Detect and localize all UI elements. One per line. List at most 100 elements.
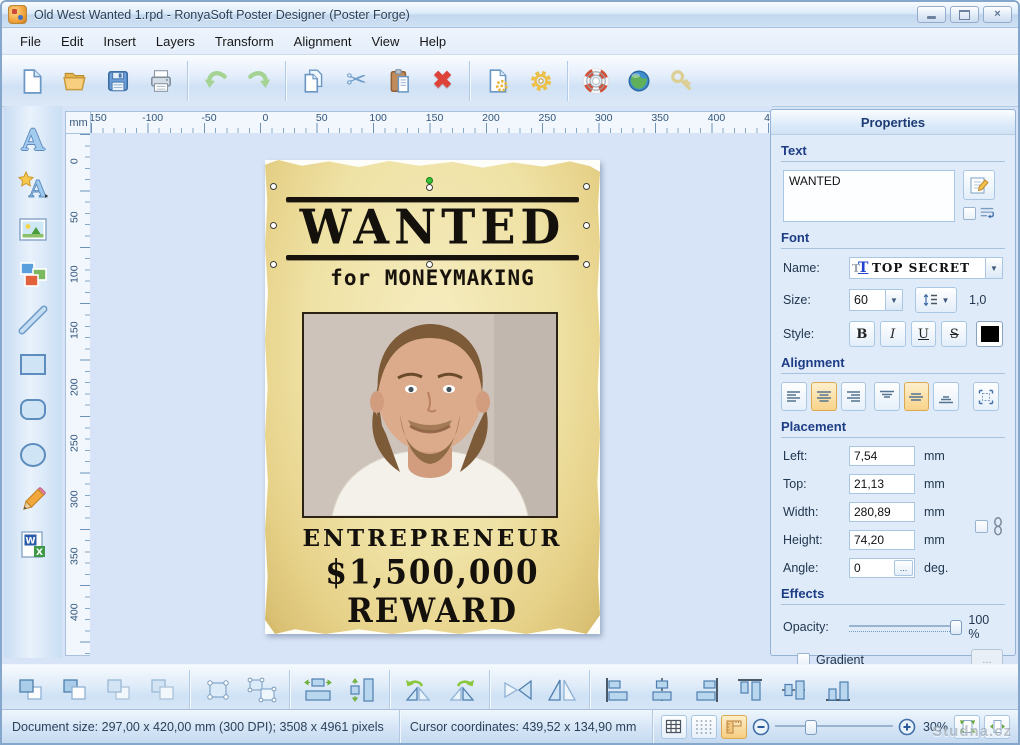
align-text-bottom-button[interactable] <box>933 382 960 411</box>
rotate-right-button[interactable] <box>440 669 484 711</box>
menu-item[interactable]: Edit <box>51 30 93 53</box>
poster-title-text[interactable]: WANTED <box>265 199 600 255</box>
font-size-select[interactable]: 60 ▼ <box>849 289 903 311</box>
align-center-button[interactable] <box>640 669 684 711</box>
page-setup-button[interactable] <box>476 59 519 102</box>
wordart-tool-button[interactable]: A <box>11 165 55 205</box>
edit-text-button[interactable] <box>963 170 995 200</box>
menu-item[interactable]: Layers <box>146 30 205 53</box>
paste-button[interactable] <box>378 59 421 102</box>
line-tool-button[interactable] <box>11 300 55 340</box>
lock-aspect-checkbox[interactable] <box>975 519 988 533</box>
flip-vertical-button[interactable] <box>496 669 540 711</box>
text-tool-button[interactable]: A <box>11 120 55 160</box>
width-input[interactable] <box>849 502 915 522</box>
redo-button[interactable] <box>237 59 280 102</box>
undo-button[interactable] <box>194 59 237 102</box>
close-button[interactable]: × <box>983 6 1012 23</box>
bold-button[interactable]: B <box>849 321 875 347</box>
height-input[interactable] <box>849 530 915 550</box>
same-height-button[interactable] <box>340 669 384 711</box>
chevron-down-icon[interactable]: ▼ <box>885 290 902 310</box>
menu-item[interactable]: View <box>361 30 409 53</box>
zoom-slider-thumb[interactable] <box>804 719 817 735</box>
wrap-checkbox[interactable] <box>963 206 976 220</box>
align-text-left-button[interactable] <box>781 382 807 411</box>
help-button[interactable] <box>574 59 617 102</box>
send-to-back-button[interactable] <box>52 669 96 711</box>
align-text-middle-button[interactable] <box>903 382 930 411</box>
menu-item[interactable]: File <box>10 30 51 53</box>
zoom-in-button[interactable] <box>897 716 917 738</box>
website-button[interactable] <box>617 59 660 102</box>
underline-button[interactable]: U <box>910 321 937 347</box>
ungroup-button[interactable] <box>240 669 284 711</box>
show-grid-button[interactable] <box>660 714 687 739</box>
image-tool-button[interactable] <box>11 210 55 250</box>
menu-item[interactable]: Help <box>409 30 456 53</box>
font-name-select[interactable]: TT TOP SECRET ▼ <box>849 257 1003 279</box>
opacity-slider[interactable] <box>849 620 962 635</box>
clipart-tool-button[interactable] <box>11 255 55 295</box>
copy-button[interactable] <box>292 59 335 102</box>
strikethrough-button[interactable]: S <box>941 321 968 347</box>
cut-button[interactable]: ✂ <box>335 59 378 102</box>
align-text-top-button[interactable] <box>873 382 900 411</box>
align-text-center-button[interactable] <box>810 382 837 411</box>
poster-page[interactable]: WANTED for MONEYMAKING ENTREPRENEUR $1,5… <box>265 160 600 634</box>
align-bottom-button[interactable] <box>816 669 860 711</box>
align-left-button[interactable] <box>596 669 640 711</box>
same-width-button[interactable] <box>296 669 340 711</box>
pencil-tool-button[interactable] <box>11 480 55 520</box>
show-rulers-button[interactable] <box>720 714 747 739</box>
italic-button[interactable]: I <box>879 321 906 347</box>
fit-to-frame-button[interactable] <box>973 382 999 411</box>
zoom-out-button[interactable] <box>751 716 771 738</box>
poster-photo[interactable] <box>302 312 558 518</box>
poster-reward-text[interactable]: $1,500,000 REWARD <box>265 553 600 631</box>
align-middle-button[interactable] <box>772 669 816 711</box>
save-button[interactable] <box>96 59 139 102</box>
rounded-rectangle-tool-button[interactable] <box>11 390 55 430</box>
ellipse-tool-button[interactable] <box>11 435 55 475</box>
font-color-button[interactable] <box>976 321 1004 347</box>
chevron-down-icon[interactable]: ▼ <box>985 258 1002 278</box>
menu-item[interactable]: Insert <box>93 30 146 53</box>
menu-item[interactable]: Transform <box>205 30 284 53</box>
poster-role-text[interactable]: ENTREPRENEUR <box>265 525 600 552</box>
slider-thumb[interactable] <box>950 620 962 635</box>
left-input[interactable] <box>849 446 915 466</box>
text-value-input[interactable]: WANTED <box>783 170 955 222</box>
send-backward-button[interactable] <box>140 669 184 711</box>
options-button[interactable] <box>519 59 562 102</box>
rotate-left-button[interactable] <box>396 669 440 711</box>
align-right-button[interactable] <box>684 669 728 711</box>
rectangle-tool-button[interactable] <box>11 345 55 385</box>
angle-input[interactable]: 0 ... <box>849 558 915 578</box>
delete-button[interactable]: ✖ <box>421 59 464 102</box>
fit-page-button[interactable] <box>954 714 980 739</box>
line-spacing-button[interactable]: ▼ <box>915 287 957 313</box>
new-document-button[interactable] <box>10 59 53 102</box>
maximize-button[interactable] <box>950 6 979 23</box>
menu-item[interactable]: Alignment <box>284 30 362 53</box>
poster-subtitle-text[interactable]: for MONEYMAKING <box>265 266 600 290</box>
bring-to-front-button[interactable] <box>8 669 52 711</box>
window-title: Old West Wanted 1.rpd - RonyaSoft Poster… <box>34 7 410 22</box>
bring-forward-button[interactable] <box>96 669 140 711</box>
flip-horizontal-button[interactable] <box>540 669 584 711</box>
top-input[interactable] <box>849 474 915 494</box>
align-text-right-button[interactable] <box>840 382 867 411</box>
embedded-document-tool-button[interactable]: WX <box>11 525 55 565</box>
fit-width-button[interactable] <box>984 714 1010 739</box>
show-dots-grid-button[interactable] <box>690 714 717 739</box>
align-top-button[interactable] <box>728 669 772 711</box>
design-canvas[interactable]: WANTED for MONEYMAKING ENTREPRENEUR $1,5… <box>90 133 771 656</box>
minimize-button[interactable] <box>917 6 946 23</box>
print-button[interactable] <box>139 59 182 102</box>
angle-more-button[interactable]: ... <box>894 560 913 576</box>
open-button[interactable] <box>53 59 96 102</box>
license-key-button[interactable] <box>660 59 703 102</box>
zoom-slider[interactable] <box>774 719 893 735</box>
group-button[interactable] <box>196 669 240 711</box>
